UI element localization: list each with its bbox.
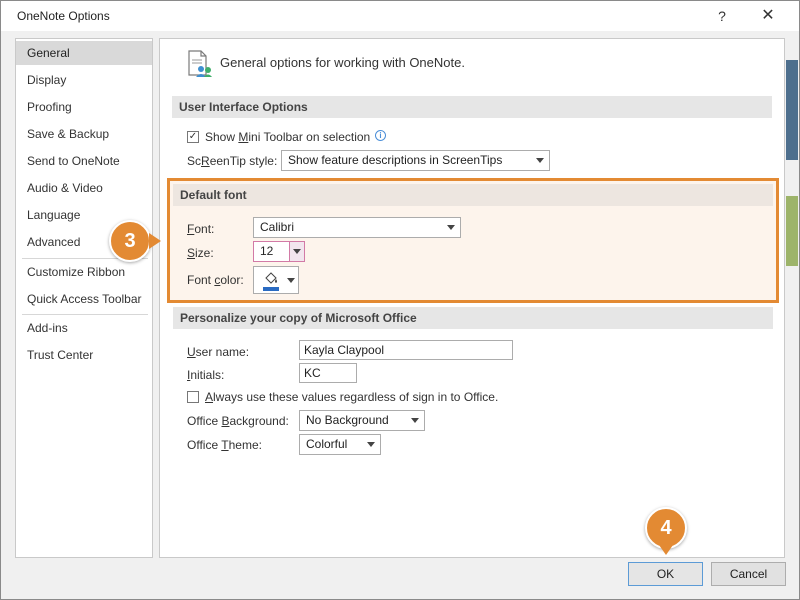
size-label: Size: <box>187 246 214 260</box>
screentip-style-label: ScReenTip style: <box>187 154 278 168</box>
help-button[interactable]: ? <box>707 5 737 27</box>
always-use-checkbox[interactable] <box>187 391 199 403</box>
nav-divider <box>22 314 148 315</box>
nav-item-audio-video[interactable]: Audio & Video <box>16 176 152 200</box>
screentip-style-dropdown[interactable]: Show feature descriptions in ScreenTips <box>281 150 550 171</box>
nav-item-customize-ribbon[interactable]: Customize Ribbon <box>16 260 152 284</box>
callout-pointer <box>149 233 161 249</box>
mini-toolbar-label: Show Mini Toolbar on selection <box>205 130 371 144</box>
nav-item-general[interactable]: General <box>16 41 152 65</box>
step-4-callout: 4 <box>645 507 687 549</box>
intro-text: General options for working with OneNote… <box>220 55 465 70</box>
user-name-label: User name: <box>187 345 250 359</box>
font-label: Font: <box>187 222 215 236</box>
size-value: 12 <box>260 244 274 258</box>
info-icon[interactable]: i <box>375 130 386 141</box>
user-name-field[interactable]: Kayla Claypool <box>299 340 513 360</box>
options-dialog: OneNote Options ? ✕ General Display Proo… <box>0 0 800 600</box>
font-color-label: Font color: <box>187 273 244 287</box>
nav-item-add-ins[interactable]: Add-ins <box>16 316 152 340</box>
office-background-label: Office Background: <box>187 414 289 428</box>
nav-item-send-to-onenote[interactable]: Send to OneNote <box>16 149 152 173</box>
nav-item-display[interactable]: Display <box>16 68 152 92</box>
window-title: OneNote Options <box>17 9 110 23</box>
section-header-personalize: Personalize your copy of Microsoft Offic… <box>173 307 773 329</box>
chevron-down-icon <box>447 225 455 230</box>
ok-button[interactable]: OK <box>628 562 703 586</box>
office-theme-value: Colorful <box>306 437 348 451</box>
screentip-style-value: Show feature descriptions in ScreenTips <box>288 153 503 167</box>
background-window-edge <box>786 196 798 266</box>
general-options-icon <box>188 50 212 77</box>
mini-toolbar-checkbox[interactable]: ✓ <box>187 131 199 143</box>
nav-item-quick-access-toolbar[interactable]: Quick Access Toolbar <box>16 287 152 311</box>
nav-item-save-backup[interactable]: Save & Backup <box>16 122 152 146</box>
chevron-down-icon <box>367 442 375 447</box>
background-window-edge <box>786 60 798 160</box>
chevron-down-icon <box>411 418 419 423</box>
paint-bucket-icon <box>265 272 277 284</box>
font-color-swatch <box>263 287 279 291</box>
initials-label: Initials: <box>187 368 225 382</box>
nav-item-trust-center[interactable]: Trust Center <box>16 343 152 367</box>
options-nav: General Display Proofing Save & Backup S… <box>15 38 153 558</box>
font-value: Calibri <box>260 220 295 234</box>
step-3-callout: 3 <box>109 220 151 262</box>
office-theme-dropdown[interactable]: Colorful <box>299 434 381 455</box>
office-background-dropdown[interactable]: No Background <box>299 410 425 431</box>
cancel-button[interactable]: Cancel <box>711 562 786 586</box>
callout-pointer <box>659 545 673 555</box>
font-dropdown[interactable]: Calibri <box>253 217 461 238</box>
office-background-value: No Background <box>306 413 389 427</box>
font-color-button[interactable] <box>253 266 299 294</box>
section-header-default-font: Default font <box>173 184 773 206</box>
nav-item-proofing[interactable]: Proofing <box>16 95 152 119</box>
chevron-down-icon <box>287 278 295 283</box>
initials-field[interactable]: KC <box>299 363 357 383</box>
section-header-ui-options: User Interface Options <box>172 96 772 118</box>
office-theme-label: Office Theme: <box>187 438 262 452</box>
size-dropdown-arrow[interactable] <box>289 242 304 261</box>
close-button[interactable]: ✕ <box>753 5 783 27</box>
always-use-label: Always use these values regardless of si… <box>205 390 499 404</box>
chevron-down-icon <box>536 158 544 163</box>
title-bar: OneNote Options ? ✕ <box>1 1 799 31</box>
